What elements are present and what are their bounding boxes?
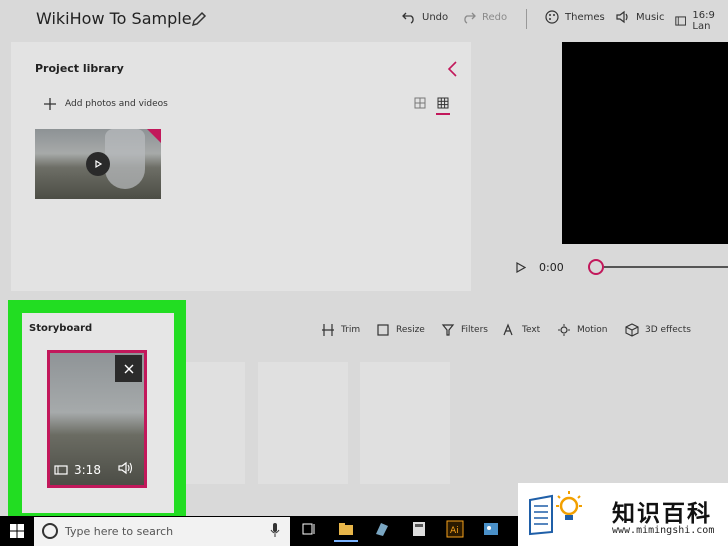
book-lightbulb-logo [529, 491, 582, 536]
thumbnail-figure [105, 129, 145, 189]
add-photos-videos-label: Add photos and videos [65, 99, 168, 109]
close-icon[interactable] [115, 355, 142, 382]
active-app-indicator [334, 540, 358, 542]
resize-label: Resize [396, 325, 425, 335]
large-grid-icon[interactable] [414, 97, 426, 109]
pencil-icon[interactable] [190, 10, 208, 28]
aspect-ratio-label: 16:9 Lan [692, 10, 715, 32]
undo-icon [402, 12, 414, 24]
trim-button[interactable]: Trim [321, 323, 360, 337]
watermark-url: www.mimingshi.com [612, 525, 715, 536]
storyboard-title: Storyboard [29, 323, 93, 334]
small-grid-icon[interactable] [437, 97, 449, 109]
redo-button[interactable]: Redo [462, 10, 507, 24]
toolbar-divider [526, 9, 527, 29]
3d-effects-label: 3D effects [645, 325, 691, 335]
illustrator-icon[interactable]: Ai [446, 520, 464, 538]
play-icon[interactable] [516, 262, 526, 273]
film-icon [54, 465, 68, 475]
watermark-chinese-text: 知识百科 [612, 501, 712, 527]
playback-time: 0:00 [539, 261, 564, 274]
microphone-icon[interactable] [270, 522, 280, 538]
aspect-ratio-icon [675, 16, 687, 26]
cube-icon [625, 323, 639, 337]
themes-button[interactable]: Themes [545, 10, 605, 24]
aspect-ratio-button[interactable]: 16:9 Lan [675, 10, 728, 32]
text-label: Text [522, 325, 541, 335]
palette-icon [545, 10, 559, 24]
motion-label: Motion [577, 325, 608, 335]
resize-icon [377, 324, 389, 336]
music-label: Music [636, 11, 665, 23]
video-preview[interactable] [562, 42, 728, 244]
storyboard-empty-slot[interactable] [258, 362, 348, 484]
project-library-panel: Project library Add photos and videos [11, 42, 471, 291]
speaker-icon [616, 10, 628, 24]
taskbar-search-placeholder: Type here to search [65, 525, 174, 538]
storyboard-empty-slot[interactable] [360, 362, 450, 484]
trim-label: Trim [341, 325, 361, 335]
play-icon[interactable] [86, 152, 110, 176]
volume-icon[interactable] [118, 461, 134, 475]
trim-icon [322, 324, 334, 336]
cortana-icon[interactable] [42, 523, 58, 539]
motion-icon [558, 324, 570, 336]
clip-duration: 3:18 [74, 463, 101, 477]
filters-button[interactable]: Filters [441, 323, 488, 337]
music-button[interactable]: Music [616, 10, 664, 24]
themes-label: Themes [565, 11, 605, 23]
file-explorer-icon[interactable] [337, 520, 355, 538]
filters-label: Filters [461, 325, 488, 335]
undo-label: Undo [422, 11, 449, 23]
task-view-icon[interactable] [300, 520, 318, 538]
plus-icon [44, 98, 56, 110]
library-video-thumbnail[interactable] [35, 129, 161, 199]
3d-effects-button[interactable]: 3D effects [625, 323, 691, 337]
photos-app-icon[interactable] [373, 520, 391, 538]
view-selected-indicator [436, 113, 450, 115]
windows-start-icon[interactable] [10, 524, 24, 538]
undo-button[interactable]: Undo [402, 10, 448, 24]
seek-handle[interactable] [588, 259, 604, 275]
redo-label: Redo [482, 11, 508, 23]
resize-button[interactable]: Resize [376, 323, 425, 337]
add-photos-videos-button[interactable]: Add photos and videos [43, 97, 168, 111]
redo-icon [464, 12, 476, 24]
project-library-title: Project library [35, 62, 124, 75]
added-corner-marker [147, 129, 161, 143]
calculator-icon[interactable] [410, 520, 428, 538]
text-icon [503, 323, 513, 336]
chevron-left-icon[interactable] [445, 60, 459, 78]
filter-icon [441, 324, 455, 336]
project-title: WikiHow To Sample [36, 9, 192, 28]
svg-text:Ai: Ai [450, 526, 459, 536]
seek-bar[interactable] [604, 266, 728, 268]
text-button[interactable]: Text [502, 323, 540, 337]
motion-button[interactable]: Motion [557, 323, 608, 337]
image-app-icon[interactable] [482, 520, 500, 538]
